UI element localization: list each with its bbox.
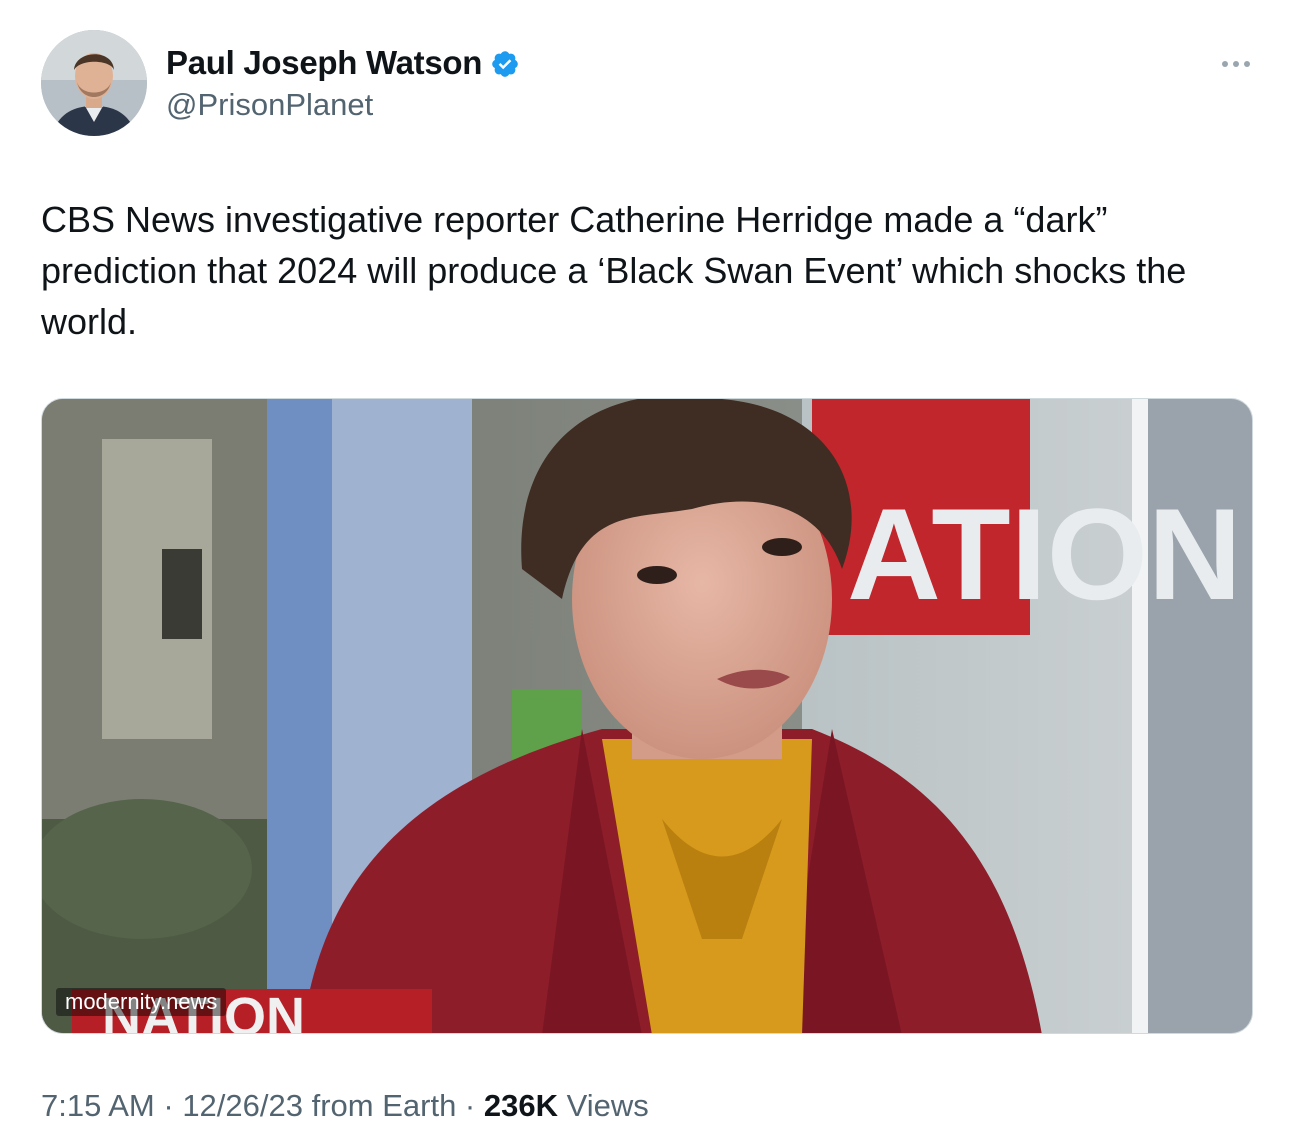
views-label: Views	[557, 1088, 649, 1123]
author-avatar[interactable]	[41, 30, 147, 136]
views-count[interactable]: 236K	[484, 1088, 558, 1123]
tweet-media[interactable]: ATION NATION	[41, 398, 1253, 1034]
video-still-image: ATION NATION	[42, 399, 1252, 1033]
tweet-source: from Earth	[302, 1088, 457, 1123]
author-display-name-row[interactable]: Paul Joseph Watson	[166, 43, 520, 83]
verified-badge-icon	[490, 48, 520, 78]
tweet-meta: 7:15 AM · 12/26/23 from Earth · 236K Vie…	[41, 1087, 649, 1125]
media-watermark: modernity.news	[56, 988, 227, 1016]
more-options-button[interactable]	[1214, 46, 1258, 82]
author-handle[interactable]: @PrisonPlanet	[166, 86, 373, 124]
meta-separator: ·	[154, 1088, 183, 1123]
tweet-date[interactable]: 12/26/23	[182, 1088, 303, 1123]
profile-photo	[41, 30, 147, 136]
backdrop-sign-text: ATION	[847, 481, 1242, 627]
meta-separator: ·	[456, 1088, 484, 1123]
tweet-text: CBS News investigative reporter Catherin…	[41, 199, 1187, 342]
tweet-time[interactable]: 7:15 AM	[41, 1088, 155, 1123]
more-horizontal-icon	[1222, 61, 1250, 67]
author-display-name[interactable]: Paul Joseph Watson	[166, 43, 482, 83]
